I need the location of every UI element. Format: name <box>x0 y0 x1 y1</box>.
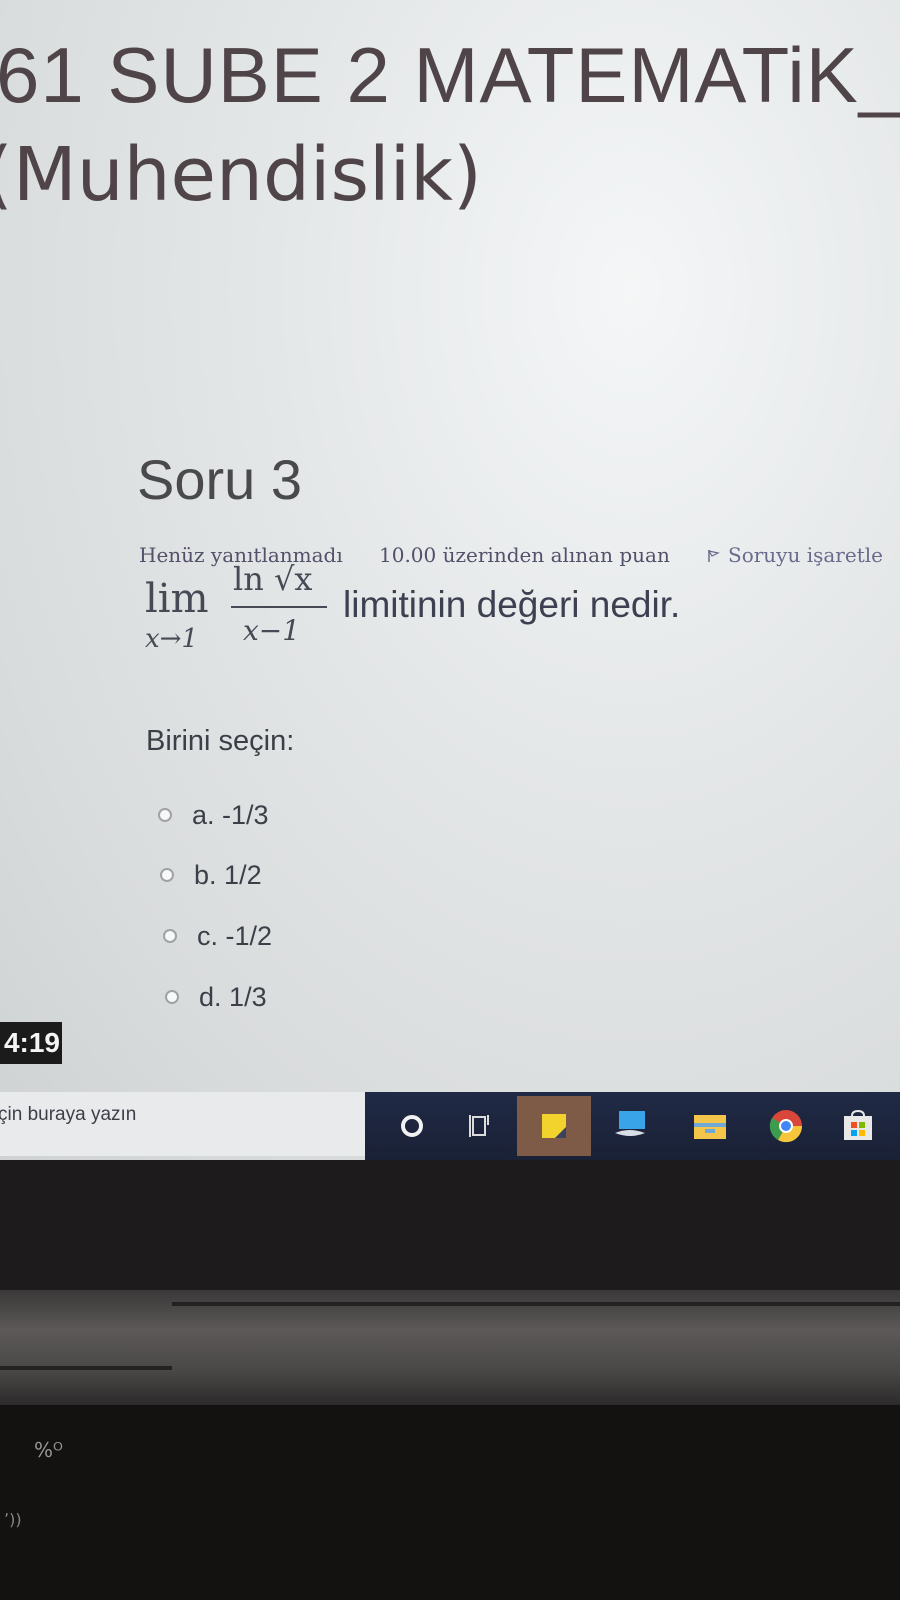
edge-icon[interactable] <box>607 1102 655 1150</box>
laptop-keyboard-deck <box>0 1405 900 1600</box>
monitor-bezel <box>0 1160 900 1290</box>
hinge-edge <box>172 1302 900 1306</box>
screen: 61 SUBE 2 MATEMATiK_i (Muhendislik) Soru… <box>0 0 900 1160</box>
hinge-edge <box>0 1366 172 1370</box>
option-value: 1/2 <box>224 859 262 890</box>
laptop-hinge <box>0 1290 900 1405</box>
flag-question-link[interactable]: Soruyu işaretle <box>706 543 883 567</box>
course-title: 61 SUBE 2 MATEMATiK_i <box>0 31 900 119</box>
chrome-icon[interactable] <box>762 1102 810 1150</box>
limit-operator: lim <box>145 576 209 622</box>
question-text: limitinin değeri nedir. <box>343 584 681 625</box>
quiz-timer: 4:19 <box>0 1022 62 1064</box>
option-letter: b. <box>194 859 217 890</box>
answer-option-b[interactable]: b. 1/2 <box>160 857 262 893</box>
keyboard-key-label: %ᴼ <box>34 1438 63 1462</box>
answer-option-c[interactable]: c. -1/2 <box>163 918 272 954</box>
formula-denominator: x−1 <box>243 614 301 647</box>
question-formula: lim x→1 ln √x x−1 limitinin değeri nedir… <box>145 560 900 678</box>
task-view-icon[interactable] <box>455 1102 503 1150</box>
radio-button-icon[interactable] <box>165 990 179 1004</box>
taskbar-search-box[interactable]: çin buraya yazın <box>0 1092 365 1156</box>
option-letter: d. <box>199 981 222 1012</box>
radio-button-icon[interactable] <box>158 808 172 822</box>
cortana-icon[interactable] <box>388 1102 436 1150</box>
option-value: -1/2 <box>225 920 273 951</box>
limit-subscript: x→1 <box>145 624 198 654</box>
option-value: -1/3 <box>222 799 269 830</box>
formula-numerator: ln √x <box>233 560 313 598</box>
search-placeholder: çin buraya yazın <box>0 1104 137 1125</box>
sticky-notes-icon[interactable] <box>517 1096 591 1156</box>
option-letter: a. <box>192 799 215 830</box>
answer-option-a[interactable]: a. -1/3 <box>158 797 269 833</box>
fraction-line <box>231 606 327 608</box>
file-explorer-icon[interactable] <box>686 1102 734 1150</box>
question-points: 10.00 üzerinden alınan puan <box>379 543 670 567</box>
course-subtitle: (Muhendislik) <box>0 132 482 218</box>
question-title: Soru 3 <box>137 448 302 511</box>
radio-button-icon[interactable] <box>163 929 177 943</box>
option-letter: c. <box>197 920 219 951</box>
store-icon[interactable] <box>834 1102 882 1150</box>
choose-label: Birini seçin: <box>146 725 295 757</box>
flag-question-label: Soruyu işaretle <box>728 543 883 567</box>
keyboard-key-label: ʼ)) <box>4 1510 22 1529</box>
answer-option-d[interactable]: d. 1/3 <box>165 979 267 1015</box>
option-value: 1/3 <box>229 981 267 1012</box>
flag-icon <box>707 550 720 562</box>
taskbar: çin buraya yazın <box>0 1092 900 1160</box>
radio-button-icon[interactable] <box>160 868 174 882</box>
